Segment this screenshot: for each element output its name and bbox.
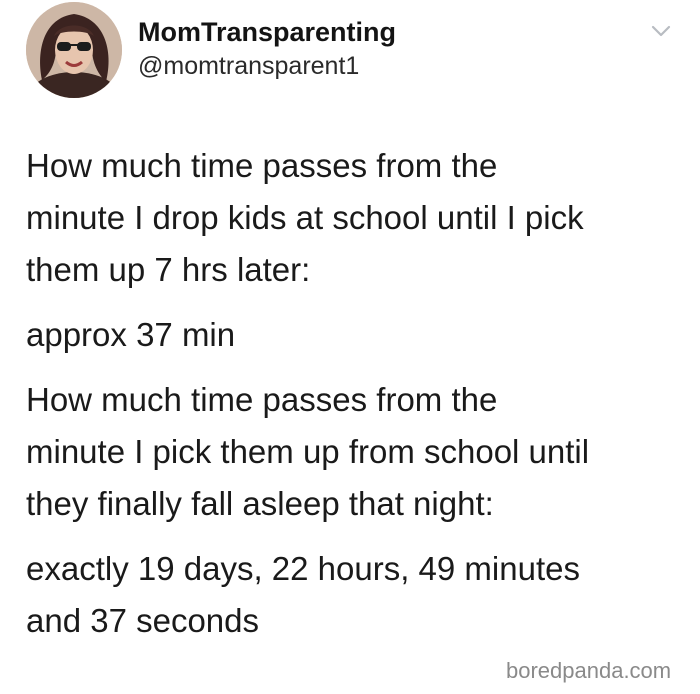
watermark: boredpanda.com (506, 658, 672, 683)
avatar-image (26, 2, 122, 98)
tweet-line: How much time passes from the (26, 381, 498, 418)
tweet-paragraph: exactly 19 days, 22 hours, 49 minutes an… (26, 543, 686, 647)
tweet-paragraph: How much time passes from the minute I p… (26, 374, 686, 530)
tweet-line: and 37 seconds (26, 602, 260, 639)
tweet-line: exactly 19 days, 22 hours, 49 minutes (26, 550, 580, 587)
tweet-paragraph: approx 37 min (26, 309, 686, 361)
tweet-line: How much time passes from the (26, 147, 498, 184)
tweet-line: approx 37 min (26, 316, 236, 353)
author-display-name[interactable]: MomTransparenting (138, 16, 396, 48)
avatar[interactable] (26, 2, 122, 98)
tweet-line: minute I pick them up from school until (26, 433, 590, 470)
tweet-line: minute I drop kids at school until I pic… (26, 199, 584, 236)
tweet-paragraph: How much time passes from the minute I d… (26, 140, 686, 296)
tweet-text: How much time passes from the minute I d… (26, 140, 686, 647)
tweet-header: MomTransparenting @momtransparent1 (0, 0, 700, 110)
tweet-line: they finally fall asleep that night: (26, 485, 494, 522)
chevron-down-icon[interactable] (650, 22, 672, 40)
tweet-card: MomTransparenting @momtransparent1 How m… (0, 0, 700, 694)
author-handle[interactable]: @momtransparent1 (138, 51, 359, 81)
tweet-line: them up 7 hrs later: (26, 251, 311, 288)
